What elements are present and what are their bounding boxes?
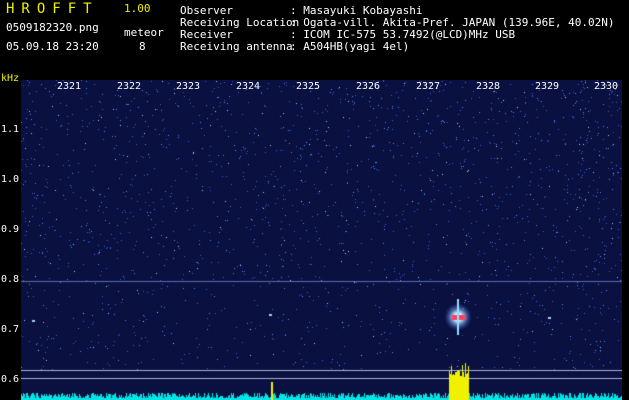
spectrogram-canvas — [21, 80, 622, 400]
x-tick-label: 2327 — [416, 81, 441, 92]
antenna-label: Receiving antenna — [180, 40, 293, 53]
freq-unit-label: kHz — [1, 73, 20, 84]
timestamp: 05.09.18 23:20 — [6, 40, 99, 53]
header-panel: HROFFT 1.00 0509182320.png meteor 05.09.… — [0, 0, 629, 78]
x-tick-label: 2328 — [476, 81, 501, 92]
app-title: HROFFT — [6, 1, 99, 17]
x-tick-label: 2326 — [356, 81, 381, 92]
detect-count: 8 — [139, 40, 146, 53]
x-tick-label: 2322 — [117, 81, 142, 92]
y-tick-label: 0.7 — [1, 324, 20, 335]
x-tick-label: 2329 — [535, 81, 560, 92]
location-label: Receiving Location — [180, 16, 300, 29]
observer-value: : Masayuki Kobayashi — [290, 4, 423, 17]
x-tick-label: 2330 — [594, 81, 619, 92]
y-tick-label: 1.1 — [1, 124, 20, 135]
receiver-label: Receiver — [180, 28, 233, 41]
antenna-value: : A504HB(yagi 4el) — [290, 40, 410, 53]
file-name: 0509182320.png — [6, 21, 99, 34]
y-tick-label: 0.8 — [1, 274, 20, 285]
y-tick-label: 0.9 — [1, 224, 20, 235]
y-tick-label: 1.0 — [1, 174, 20, 185]
detect-label: meteor — [124, 26, 164, 39]
x-tick-label: 2321 — [57, 81, 82, 92]
location-value: : Ogata-vill. Akita-Pref. JAPAN (139.96E… — [290, 16, 615, 29]
y-tick-label: 0.6 — [1, 374, 20, 385]
observer-label: Observer — [180, 4, 233, 17]
x-tick-label: 2324 — [236, 81, 261, 92]
x-tick-label: 2323 — [176, 81, 201, 92]
x-tick-label: 2325 — [296, 81, 321, 92]
version-label: 1.00 — [124, 2, 151, 15]
receiver-value: : ICOM IC-575 53.7492(@LCD)MHz USB — [290, 28, 516, 41]
